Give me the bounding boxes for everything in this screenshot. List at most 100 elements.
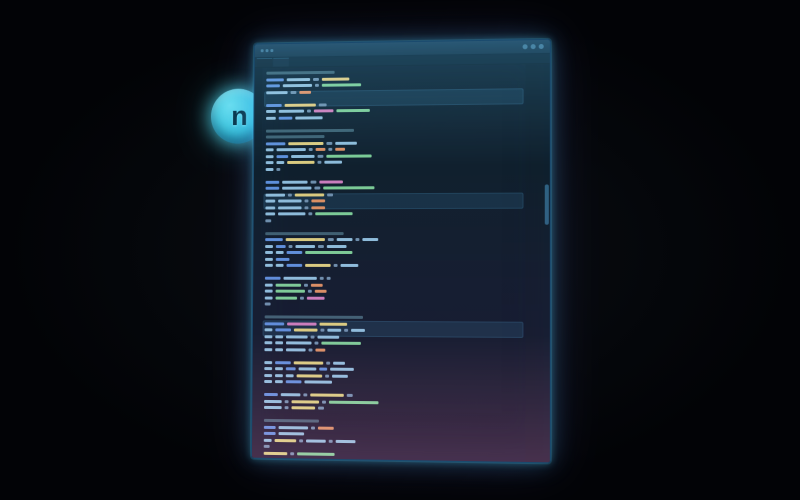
code-token <box>266 128 354 132</box>
code-token <box>265 335 273 338</box>
code-token <box>265 219 271 222</box>
code-token <box>265 328 273 331</box>
maximize-button[interactable] <box>531 44 536 49</box>
code-token <box>276 290 305 293</box>
code-token <box>294 361 324 364</box>
code-token <box>335 141 357 144</box>
titlebar-menu-icon[interactable] <box>270 49 273 52</box>
code-token <box>332 374 348 377</box>
code-token <box>294 328 318 331</box>
code-token <box>336 109 369 112</box>
minimize-button[interactable] <box>523 44 528 49</box>
code-token <box>278 199 301 202</box>
code-token <box>291 406 315 409</box>
code-token <box>266 148 274 151</box>
code-token <box>329 400 379 404</box>
code-token <box>266 161 274 164</box>
code-token <box>266 91 287 94</box>
code-token <box>265 212 275 215</box>
code-token <box>307 296 325 299</box>
code-token <box>266 155 274 158</box>
code-token <box>275 335 283 338</box>
code-token <box>307 110 311 113</box>
code-token <box>288 193 292 196</box>
code-token <box>275 341 283 344</box>
code-token <box>279 426 309 429</box>
code-token <box>303 393 307 396</box>
code-token <box>286 335 308 338</box>
code-token <box>326 361 330 364</box>
code-token <box>318 407 324 410</box>
code-token <box>275 380 283 383</box>
editor-tab[interactable] <box>273 58 289 67</box>
code-token <box>335 148 345 151</box>
code-token <box>265 257 273 260</box>
code-token <box>276 257 290 260</box>
code-token <box>317 161 321 164</box>
code-token <box>326 141 332 144</box>
code-token <box>287 251 303 254</box>
code-token <box>266 180 280 183</box>
titlebar-menu-icon[interactable] <box>266 49 269 52</box>
code-token <box>265 232 343 235</box>
code-token <box>283 84 312 87</box>
code-token <box>318 245 324 248</box>
code-token <box>313 77 319 80</box>
code-token <box>334 264 338 267</box>
close-button[interactable] <box>539 44 544 49</box>
code-token <box>328 238 334 241</box>
code-token <box>310 393 344 396</box>
editor-tab[interactable] <box>257 58 273 67</box>
code-token <box>322 400 326 403</box>
code-token <box>276 161 284 164</box>
code-token <box>275 367 283 370</box>
code-token <box>299 367 317 370</box>
code-token <box>276 167 280 170</box>
code-token <box>325 374 329 377</box>
code-token <box>327 329 341 332</box>
titlebar-left-controls <box>261 49 274 52</box>
titlebar-menu-icon[interactable] <box>261 49 264 52</box>
code-content[interactable] <box>252 64 550 462</box>
code-token <box>318 154 324 157</box>
code-token <box>315 84 319 87</box>
code-token <box>264 367 272 370</box>
code-token <box>318 426 334 429</box>
code-token <box>344 329 348 332</box>
code-token <box>327 277 331 280</box>
code-token <box>311 199 325 202</box>
code-token <box>264 438 272 441</box>
code-token <box>265 200 275 203</box>
code-token <box>319 180 343 183</box>
code-token <box>308 212 312 215</box>
code-token <box>319 368 327 371</box>
code-token <box>266 135 325 138</box>
code-token <box>309 148 313 151</box>
code-token <box>299 90 311 93</box>
code-token <box>333 361 345 364</box>
code-token <box>266 103 282 106</box>
code-token <box>266 71 334 75</box>
code-token <box>304 283 308 286</box>
code-token <box>275 361 291 364</box>
code-token <box>337 238 353 241</box>
code-token <box>355 238 359 241</box>
code-token <box>266 187 280 190</box>
code-token <box>264 399 282 402</box>
editor-window-container: n <box>251 39 551 464</box>
code-token <box>341 264 359 267</box>
code-token <box>275 328 291 331</box>
code-token <box>266 116 276 119</box>
code-token <box>275 438 297 441</box>
code-token <box>275 374 283 377</box>
code-token <box>278 212 305 215</box>
code-token <box>297 374 323 377</box>
code-token <box>320 329 324 332</box>
code-token <box>265 277 281 280</box>
code-token <box>305 251 352 254</box>
code-token <box>286 374 294 377</box>
code-token <box>285 103 316 106</box>
code-token <box>287 78 310 81</box>
code-token <box>286 380 302 383</box>
code-token <box>314 109 334 112</box>
